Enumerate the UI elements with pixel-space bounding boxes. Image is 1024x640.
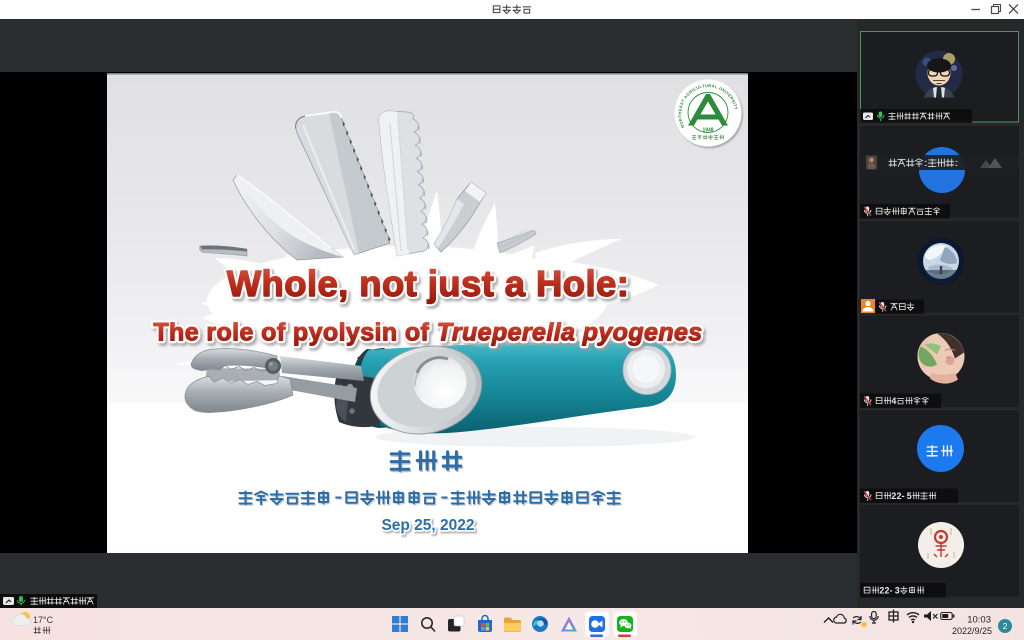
svg-text:Sep 25, 2022: Sep 25, 2022 bbox=[381, 517, 474, 534]
svg-text:-: - bbox=[902, 491, 905, 501]
svg-text:4: 4 bbox=[891, 396, 896, 406]
svg-text:2022/9/25: 2022/9/25 bbox=[952, 626, 992, 636]
svg-text:3: 3 bbox=[895, 586, 900, 596]
svg-text:-: - bbox=[890, 586, 893, 596]
svg-text:1948: 1948 bbox=[702, 128, 713, 134]
svg-text:5: 5 bbox=[907, 491, 912, 501]
svg-text:17°C: 17°C bbox=[33, 615, 54, 625]
svg-text:10:03: 10:03 bbox=[967, 615, 991, 626]
svg-text:Whole, not just a Hole:: Whole, not just a Hole: bbox=[227, 263, 630, 304]
svg-text:2: 2 bbox=[1003, 621, 1008, 631]
svg-text:The role of pyolysin of Truepe: The role of pyolysin of Trueperella pyog… bbox=[153, 319, 702, 347]
